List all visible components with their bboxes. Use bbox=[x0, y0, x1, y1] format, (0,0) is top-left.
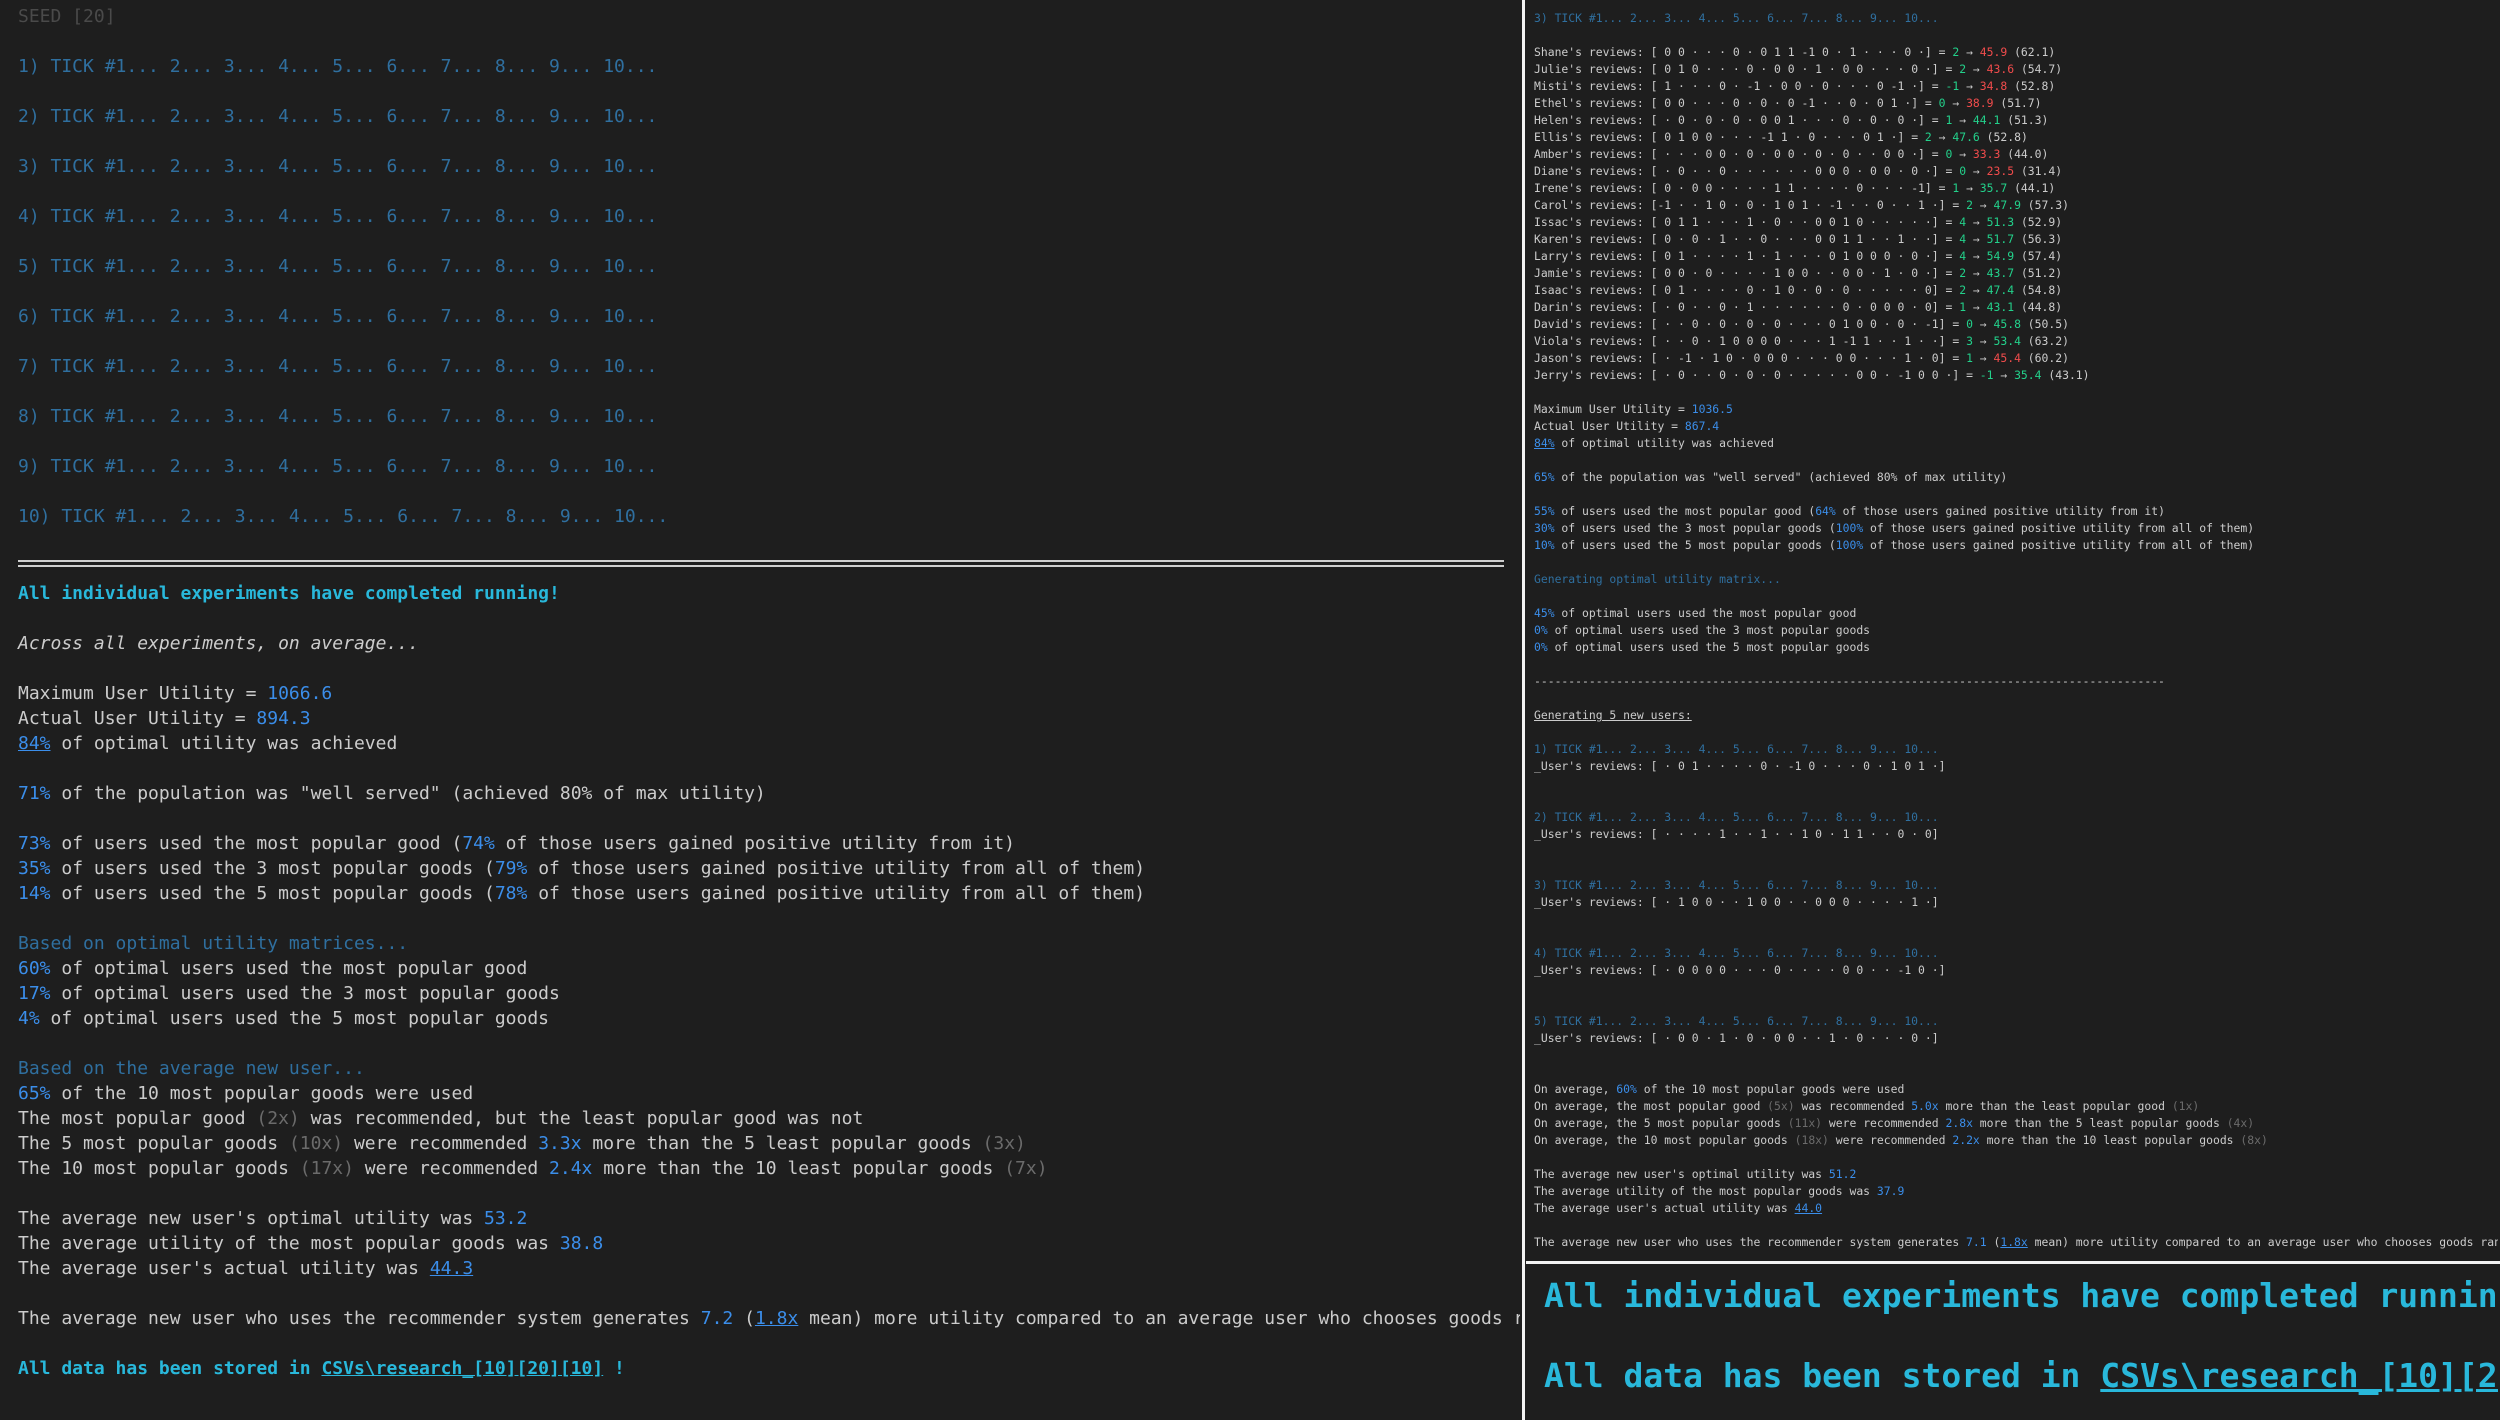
optimal-5-line: 4% of optimal users used the 5 most popu… bbox=[18, 1008, 550, 1029]
b-completed-message: All individual experiments have complete… bbox=[1544, 1276, 2498, 1315]
generates-line: The average new user who uses the recomm… bbox=[18, 1308, 1520, 1329]
popular-3-line: 35% of users used the 3 most popular goo… bbox=[18, 858, 1146, 879]
new-user-reviews: _User's reviews: [ · 1 0 0 · · 1 0 0 · ·… bbox=[1534, 895, 1939, 909]
review-row: Jerry's reviews: [ · 0 · · 0 · 0 · 0 · ·… bbox=[1534, 368, 2090, 382]
review-row: Issac's reviews: [ 0 1 1 · · · 1 · 0 · ·… bbox=[1534, 215, 2063, 229]
r-max-utility-line: Maximum User Utility = 1036.5 bbox=[1534, 402, 1733, 416]
gen-users-heading: Generating 5 new users: bbox=[1534, 708, 1692, 722]
r-avg-actual-line: The average user's actual utility was 44… bbox=[1534, 1201, 1823, 1215]
review-row: Helen's reviews: [ · 0 · 0 · 0 · 0 0 1 ·… bbox=[1534, 113, 2049, 127]
popular-5-line: 14% of users used the 5 most popular goo… bbox=[18, 883, 1146, 904]
review-row: Isaac's reviews: [ 0 1 · · · · 0 · 1 0 ·… bbox=[1534, 283, 2063, 297]
csv-path-link[interactable]: CSVs\research_[10][20][10] bbox=[321, 1358, 603, 1379]
new-user-tick: 3) TICK #1... 2... 3... 4... 5... 6... 7… bbox=[1534, 878, 1939, 892]
review-row: Ethel's reviews: [ 0 0 · · · 0 · 0 · 0 -… bbox=[1534, 96, 2042, 110]
r-optimal-3-line: 0% of optimal users used the 3 most popu… bbox=[1534, 623, 1871, 637]
r-gen-matrix-line: Generating optimal utility matrix... bbox=[1534, 572, 1781, 586]
r-optimal-5-line: 0% of optimal users used the 5 most popu… bbox=[1534, 640, 1871, 654]
r-top5-line: On average, the 5 most popular goods (11… bbox=[1534, 1116, 2255, 1130]
max-utility-line: Maximum User Utility = 1066.6 bbox=[18, 683, 333, 704]
tick-line: 10) TICK #1... 2... 3... 4... 5... 6... … bbox=[18, 506, 669, 527]
review-row: Larry's reviews: [ 0 1 · · · · 1 · 1 · ·… bbox=[1534, 249, 2063, 263]
tick-list: 1) TICK #1... 2... 3... 4... 5... 6... 7… bbox=[2, 54, 1520, 554]
avg-actual-line: The average user's actual utility was 44… bbox=[18, 1258, 474, 1279]
top10-line: The 10 most popular goods (17x) were rec… bbox=[18, 1158, 1048, 1179]
completed-message: All individual experiments have complete… bbox=[18, 583, 560, 604]
tick-line: 6) TICK #1... 2... 3... 4... 5... 6... 7… bbox=[18, 306, 658, 327]
tick-line: 4) TICK #1... 2... 3... 4... 5... 6... 7… bbox=[18, 206, 658, 227]
tick-line: 8) TICK #1... 2... 3... 4... 5... 6... 7… bbox=[18, 406, 658, 427]
dash-divider: ----------------------------------------… bbox=[1534, 674, 2165, 688]
review-row: Shane's reviews: [ 0 0 · · · 0 · 0 1 1 -… bbox=[1534, 45, 2056, 59]
r-popular-1-line: 55% of users used the most popular good … bbox=[1534, 504, 2165, 518]
optimal-1-line: 60% of optimal users used the most popul… bbox=[18, 958, 528, 979]
double-divider bbox=[18, 560, 1504, 567]
avg-popular-line: The average utility of the most popular … bbox=[18, 1233, 604, 1254]
seed-line: SEED [20] bbox=[18, 6, 116, 27]
review-row: Jamie's reviews: [ 0 0 · 0 · · · · 1 0 0… bbox=[1534, 266, 2063, 280]
review-row: Carol's reviews: [-1 · · 1 0 · 0 · 1 0 1… bbox=[1534, 198, 2069, 212]
avg-optimal-line: The average new user's optimal utility w… bbox=[18, 1208, 528, 1229]
r-avg-popular-line: The average utility of the most popular … bbox=[1534, 1184, 1905, 1198]
new-user-tick: 2) TICK #1... 2... 3... 4... 5... 6... 7… bbox=[1534, 810, 1939, 824]
review-row: Amber's reviews: [ · · · 0 0 · 0 · 0 0 ·… bbox=[1534, 147, 2049, 161]
review-row: Karen's reviews: [ 0 · 0 · 1 · · 0 · · ·… bbox=[1534, 232, 2063, 246]
reviews-list: Shane's reviews: [ 0 0 · · · 0 · 0 1 1 -… bbox=[1526, 44, 2498, 384]
tick-line-top: 3) TICK #1... 2... 3... 4... 5... 6... 7… bbox=[1534, 11, 1939, 25]
new-user-reviews: _User's reviews: [ · 0 0 · 1 · 0 · 0 0 ·… bbox=[1534, 1031, 1939, 1045]
r-popular-5-line: 10% of users used the 5 most popular goo… bbox=[1534, 538, 2255, 552]
tick-line: 9) TICK #1... 2... 3... 4... 5... 6... 7… bbox=[18, 456, 658, 477]
new-user-reviews: _User's reviews: [ · 0 0 0 0 · · · 0 · ·… bbox=[1534, 963, 1946, 977]
review-row: Misti's reviews: [ 1 · · · 0 · -1 · 0 0 … bbox=[1534, 79, 2056, 93]
r-most-popular-line: On average, the most popular good (5x) w… bbox=[1534, 1099, 2200, 1113]
stored-line: All data has been stored in CSVs\researc… bbox=[18, 1358, 625, 1379]
optimal-3-line: 17% of optimal users used the 3 most pop… bbox=[18, 983, 560, 1004]
most-popular-line: The most popular good (2x) was recommend… bbox=[18, 1108, 864, 1129]
r-actual-utility-line: Actual User Utility = 867.4 bbox=[1534, 419, 1720, 433]
actual-utility-line: Actual User Utility = 894.3 bbox=[18, 708, 311, 729]
based-optimal-heading: Based on optimal utility matrices... bbox=[18, 933, 409, 954]
review-row: Viola's reviews: [ · · 0 · 1 0 0 0 0 · ·… bbox=[1534, 334, 2069, 348]
r-generates-line: The average new user who uses the recomm… bbox=[1534, 1235, 2498, 1249]
review-row: Darin's reviews: [ · 0 · · 0 · 1 · · · ·… bbox=[1534, 300, 2063, 314]
tick-line: 3) TICK #1... 2... 3... 4... 5... 6... 7… bbox=[18, 156, 658, 177]
new-user-reviews: _User's reviews: [ · 0 1 · · · · 0 · -1 … bbox=[1534, 759, 1946, 773]
pane-divider-vertical[interactable] bbox=[1522, 0, 1525, 1420]
new-user-tick: 4) TICK #1... 2... 3... 4... 5... 6... 7… bbox=[1534, 946, 1939, 960]
terminal-left[interactable]: SEED [20] 1) TICK #1... 2... 3... 4... 5… bbox=[2, 2, 1520, 1416]
terminal-right-top[interactable]: 3) TICK #1... 2... 3... 4... 5... 6... 7… bbox=[1526, 2, 2498, 1260]
review-row: Irene's reviews: [ 0 · 0 0 · · · · 1 1 ·… bbox=[1534, 181, 2056, 195]
review-row: Ellis's reviews: [ 0 1 0 0 · · · -1 1 · … bbox=[1534, 130, 2028, 144]
review-row: Julie's reviews: [ 0 1 0 · · · 0 · 0 0 ·… bbox=[1534, 62, 2063, 76]
r-optimal-1-line: 45% of optimal users used the most popul… bbox=[1534, 606, 1857, 620]
goods-used-line: 65% of the 10 most popular goods were us… bbox=[18, 1083, 474, 1104]
tick-line: 1) TICK #1... 2... 3... 4... 5... 6... 7… bbox=[18, 56, 658, 77]
well-served-line: 71% of the population was "well served" … bbox=[18, 783, 766, 804]
based-new-user-heading: Based on the average new user... bbox=[18, 1058, 365, 1079]
review-row: Jason's reviews: [ · -1 · 1 0 · 0 0 0 · … bbox=[1534, 351, 2069, 365]
popular-1-line: 73% of users used the most popular good … bbox=[18, 833, 1016, 854]
optimal-achieved-line: 84% of optimal utility was achieved bbox=[18, 733, 398, 754]
tick-line: 7) TICK #1... 2... 3... 4... 5... 6... 7… bbox=[18, 356, 658, 377]
review-row: Diane's reviews: [ · 0 · · 0 · · · · · ·… bbox=[1534, 164, 2063, 178]
r-top10-line: On average, the 10 most popular goods (1… bbox=[1534, 1133, 2268, 1147]
review-row: David's reviews: [ · · 0 · 0 · 0 · 0 · ·… bbox=[1534, 317, 2069, 331]
tick-line: 5) TICK #1... 2... 3... 4... 5... 6... 7… bbox=[18, 256, 658, 277]
new-users-list: 1) TICK #1... 2... 3... 4... 5... 6... 7… bbox=[1526, 741, 2498, 1081]
r-popular-3-line: 30% of users used the 3 most popular goo… bbox=[1534, 521, 2255, 535]
r-avg-optimal-line: The average new user's optimal utility w… bbox=[1534, 1167, 1857, 1181]
b-csv-path-link[interactable]: CSVs\research_[10][20][10]_2 bbox=[2100, 1356, 2498, 1395]
tick-line: 2) TICK #1... 2... 3... 4... 5... 6... 7… bbox=[18, 106, 658, 127]
across-heading: Across all experiments, on average... bbox=[18, 633, 419, 654]
b-stored-line: All data has been stored in CSVs\researc… bbox=[1526, 1356, 2498, 1396]
terminal-right-bottom[interactable]: All individual experiments have complete… bbox=[1526, 1266, 2498, 1416]
pane-divider-horizontal[interactable] bbox=[1526, 1261, 2500, 1264]
new-user-tick: 1) TICK #1... 2... 3... 4... 5... 6... 7… bbox=[1534, 742, 1939, 756]
new-user-tick: 5) TICK #1... 2... 3... 4... 5... 6... 7… bbox=[1534, 1014, 1939, 1028]
r-well-served-line: 65% of the population was "well served" … bbox=[1534, 470, 2008, 484]
new-user-reviews: _User's reviews: [ · · · · 1 · · 1 · · 1… bbox=[1534, 827, 1939, 841]
r-goods-used-line: On average, 60% of the 10 most popular g… bbox=[1534, 1082, 1905, 1096]
r-optimal-achieved-line: 84% of optimal utility was achieved bbox=[1534, 436, 1775, 450]
top5-line: The 5 most popular goods (10x) were reco… bbox=[18, 1133, 1026, 1154]
